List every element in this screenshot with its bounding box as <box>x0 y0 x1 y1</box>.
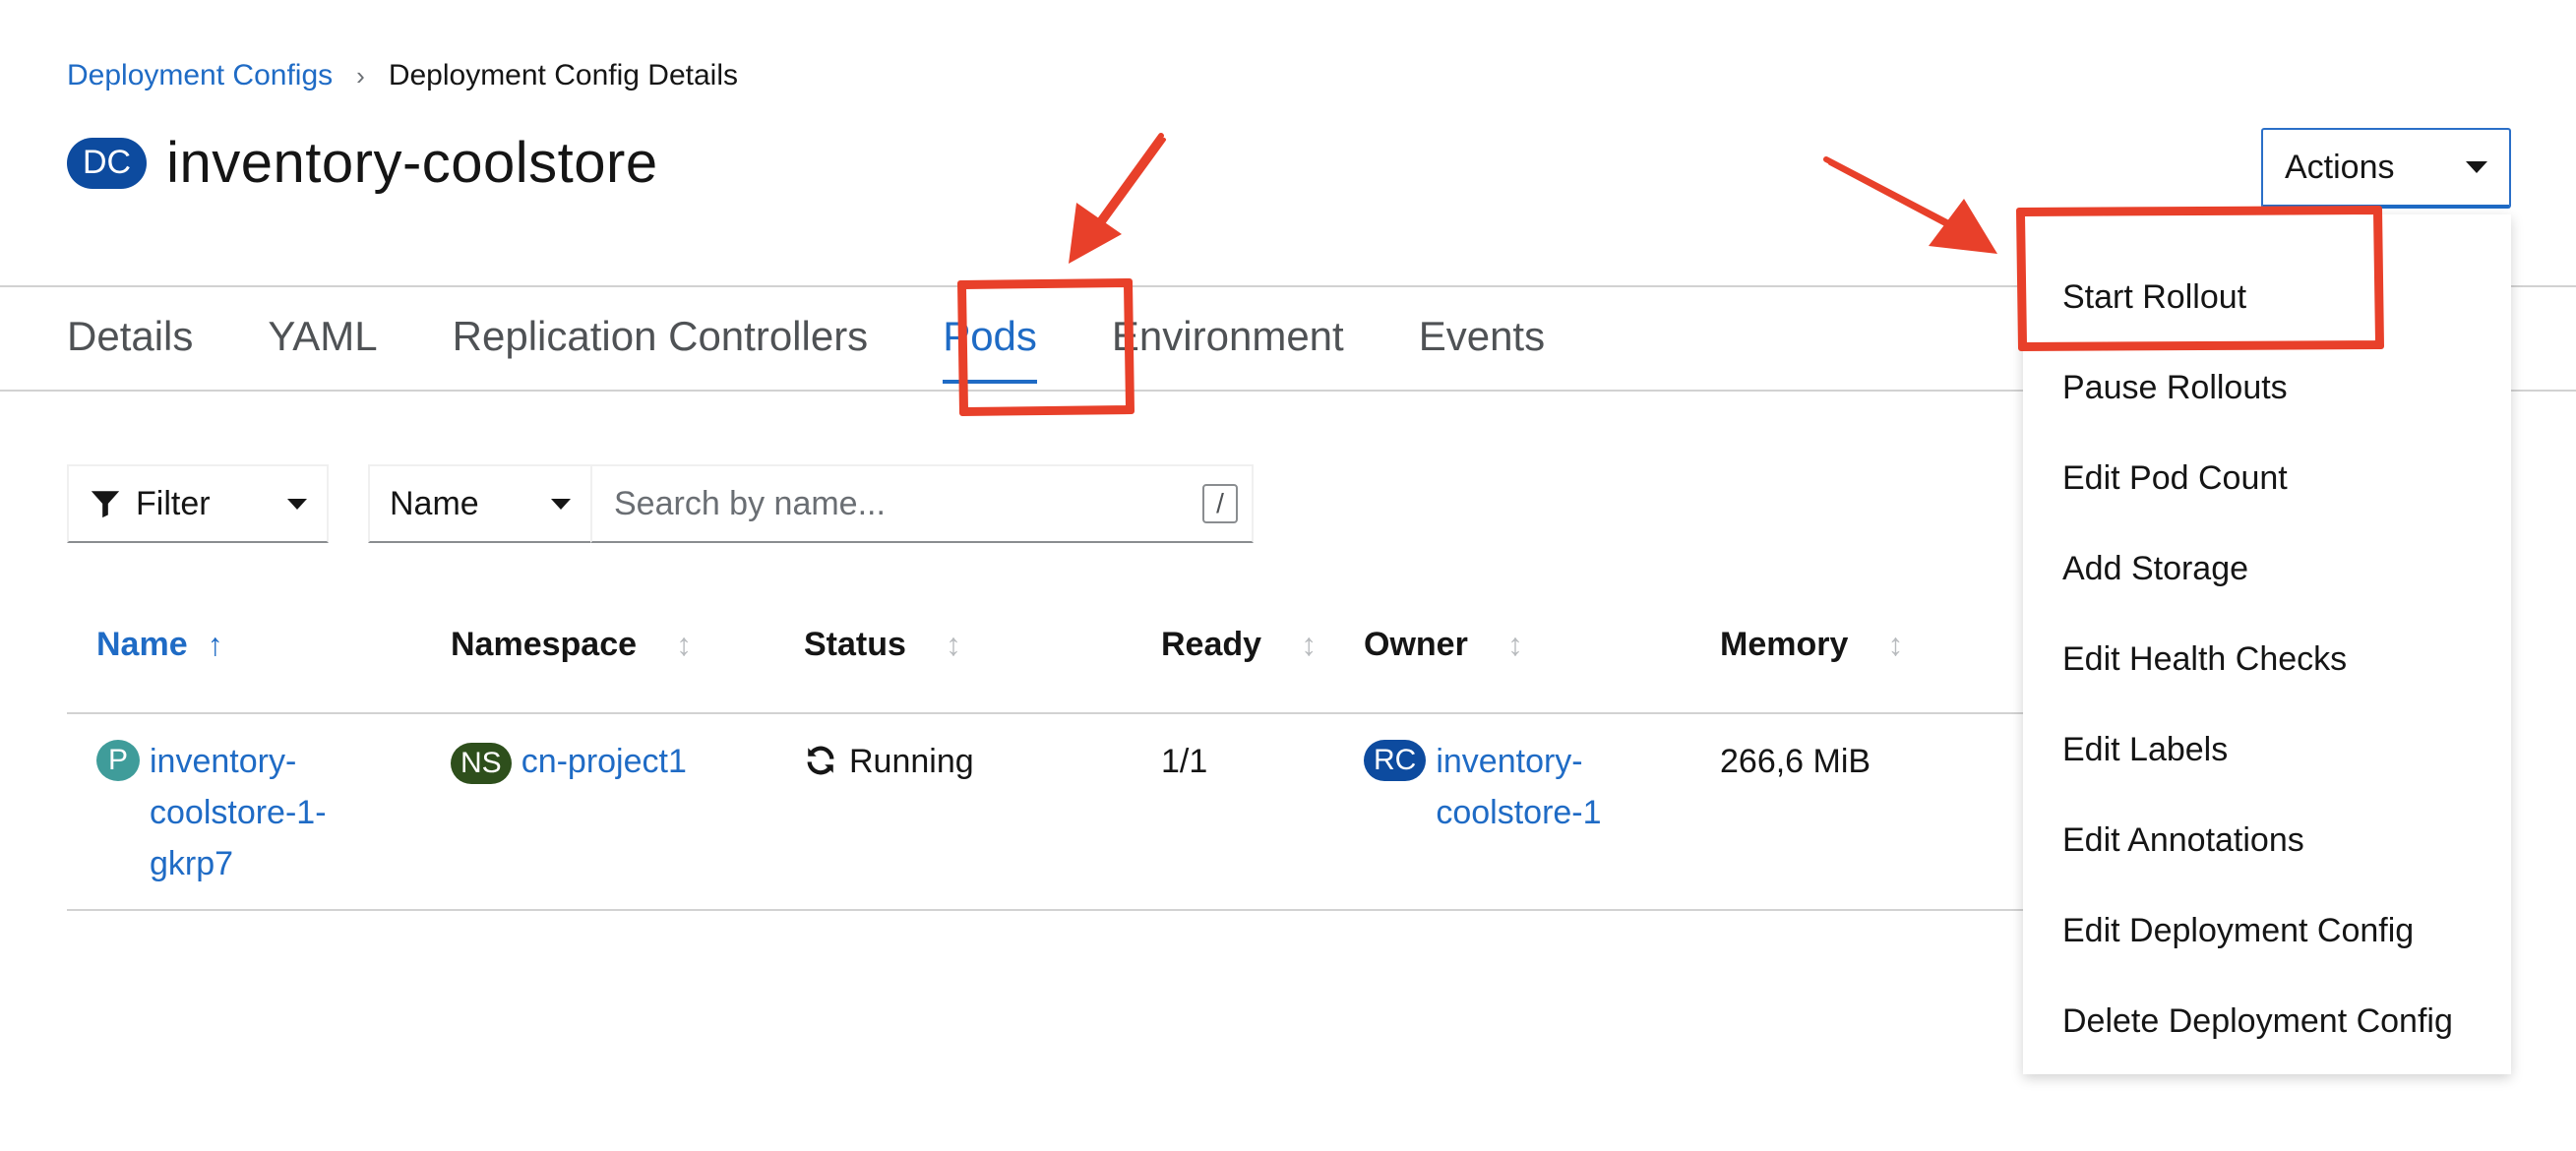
breadcrumb: Deployment Configs › Deployment Config D… <box>67 59 738 92</box>
menu-item-pause-rollouts[interactable]: Pause Rollouts <box>2023 342 2511 433</box>
menu-item-start-rollout[interactable]: Start Rollout <box>2023 252 2511 342</box>
page-header: DC inventory-coolstore <box>67 130 658 196</box>
menu-item-edit-labels[interactable]: Edit Labels <box>2023 704 2511 795</box>
namespace-link[interactable]: cn-project1 <box>521 743 687 780</box>
tab-details[interactable]: Details <box>67 285 193 388</box>
table-divider <box>67 909 2025 911</box>
tab-pods[interactable]: Pods <box>943 285 1037 388</box>
tab-replication-controllers[interactable]: Replication Controllers <box>453 285 869 388</box>
tabs: Details YAML Replication Controllers Pod… <box>67 285 1620 388</box>
filter-label: Filter <box>136 484 211 522</box>
caret-down-icon <box>287 498 307 510</box>
menu-item-add-storage[interactable]: Add Storage <box>2023 523 2511 614</box>
pod-name-link[interactable]: inventory- coolstore-1- gkrp7 <box>150 736 327 889</box>
sort-icon: ↕ <box>1506 627 1523 662</box>
name-filter-select[interactable]: Name <box>368 464 592 543</box>
keyboard-shortcut-hint: / <box>1202 484 1238 523</box>
caret-down-icon <box>551 498 571 510</box>
sort-ascending-icon: ↑ <box>207 627 223 662</box>
sort-icon: ↕ <box>1887 627 1904 662</box>
search-box: / <box>590 464 1254 543</box>
menu-item-delete-deployment-config[interactable]: Delete Deployment Config <box>2023 976 2511 1066</box>
tab-yaml[interactable]: YAML <box>268 285 377 388</box>
menu-item-edit-health-checks[interactable]: Edit Health Checks <box>2023 614 2511 704</box>
filter-dropdown-button[interactable]: Filter <box>67 464 329 543</box>
column-header-name[interactable]: Name ↑ <box>96 626 223 664</box>
sort-icon: ↕ <box>945 627 961 662</box>
namespace-badge: NS <box>451 743 512 785</box>
status-text: Running <box>849 743 974 780</box>
column-header-ready[interactable]: Ready ↕ <box>1161 626 1317 664</box>
caret-down-icon <box>2466 161 2487 173</box>
breadcrumb-current: Deployment Config Details <box>388 59 738 91</box>
table-divider <box>67 712 2025 714</box>
actions-dropdown-button[interactable]: Actions <box>2261 128 2511 209</box>
name-select-label: Name <box>390 484 479 522</box>
owner-link[interactable]: inventory- coolstore-1 <box>1436 736 1601 838</box>
chevron-right-icon: › <box>356 60 365 91</box>
page-title: inventory-coolstore <box>166 131 658 195</box>
sort-icon: ↕ <box>1301 627 1318 662</box>
filter-icon <box>91 491 120 518</box>
annotation-arrow-start-rollout <box>1823 156 1961 231</box>
table-row-name-cell: P inventory- coolstore-1- gkrp7 <box>96 736 327 889</box>
column-header-owner[interactable]: Owner ↕ <box>1364 626 1523 664</box>
menu-item-edit-deployment-config[interactable]: Edit Deployment Config <box>2023 885 2511 976</box>
tab-events[interactable]: Events <box>1419 285 1545 388</box>
menu-item-edit-pod-count[interactable]: Edit Pod Count <box>2023 433 2511 523</box>
column-header-namespace[interactable]: Namespace ↕ <box>451 626 692 664</box>
actions-menu: Start Rollout Pause Rollouts Edit Pod Co… <box>2023 214 2511 1074</box>
replication-controller-badge: RC <box>1364 740 1427 781</box>
annotation-arrow-pods <box>1075 133 1164 253</box>
actions-label: Actions <box>2285 148 2395 186</box>
menu-item-edit-annotations[interactable]: Edit Annotations <box>2023 795 2511 885</box>
column-header-memory[interactable]: Memory ↕ <box>1720 626 1903 664</box>
sync-icon <box>807 746 834 775</box>
dc-badge: DC <box>67 137 148 189</box>
tab-environment[interactable]: Environment <box>1112 285 1344 388</box>
table-row-memory-cell: 266,6 MiB <box>1720 743 1871 780</box>
table-row-owner-cell: RC inventory- coolstore-1 <box>1364 736 1602 838</box>
table-row-ready-cell: 1/1 <box>1161 743 1208 780</box>
search-input[interactable] <box>612 483 1202 524</box>
breadcrumb-deployment-configs-link[interactable]: Deployment Configs <box>67 59 333 92</box>
table-row-status-cell: Running <box>804 736 974 787</box>
table-row-namespace-cell: NS cn-project1 <box>451 736 687 787</box>
column-header-status[interactable]: Status ↕ <box>804 626 961 664</box>
sort-icon: ↕ <box>676 627 693 662</box>
pod-badge: P <box>96 740 140 781</box>
